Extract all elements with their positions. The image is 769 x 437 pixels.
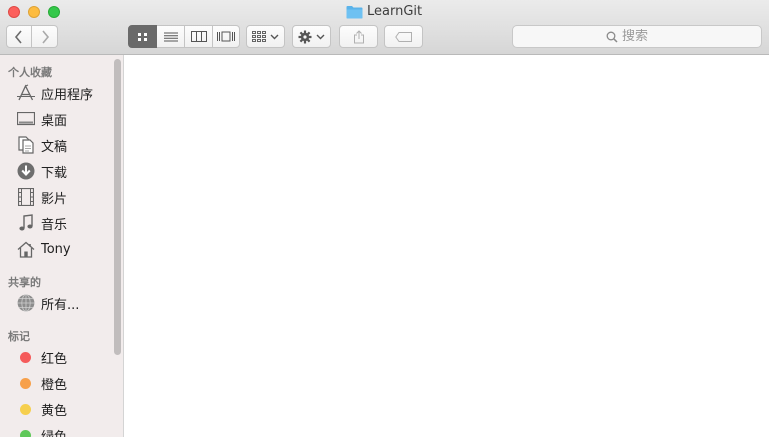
sidebar-item-label: 影片	[41, 191, 68, 207]
desktop-icon	[16, 109, 36, 129]
sidebar-item-label: 下载	[41, 165, 68, 181]
gallery-view-button[interactable]	[213, 25, 240, 48]
sidebar-item-tag-yellow[interactable]: 黄色	[16, 398, 114, 420]
icon-view-button[interactable]	[128, 25, 157, 48]
sidebar-heading-shared: 共享的	[8, 276, 41, 289]
arrange-grid-icon	[252, 31, 266, 42]
gear-icon	[298, 30, 312, 43]
sidebar-item-applications[interactable]: 应用程序	[16, 82, 114, 104]
window-title: LearnGit	[346, 4, 422, 20]
chevron-down-icon	[270, 34, 279, 39]
icon-view-icon	[137, 32, 147, 41]
sidebar-item-desktop[interactable]: 桌面	[16, 108, 114, 130]
sidebar-item-tag-green[interactable]: 绿色	[16, 424, 114, 437]
close-window-button[interactable]	[8, 6, 20, 18]
sidebar-item-label: Tony	[41, 241, 71, 257]
sidebar-item-label: 桌面	[41, 113, 68, 129]
minimize-window-button[interactable]	[28, 6, 40, 18]
tag-icon	[394, 31, 412, 42]
cover-flow-icon	[217, 31, 235, 42]
sidebar-item-label: 红色	[41, 351, 68, 367]
red-tag-icon	[20, 351, 31, 363]
search-field[interactable]	[512, 25, 762, 48]
sidebar: 个人收藏 应用程序 桌面 文稿 下载 影片 音乐 Tony 共享的 所有... …	[0, 55, 124, 437]
toolbar: LearnGit	[0, 0, 769, 55]
sidebar-item-tag-red[interactable]: 红色	[16, 346, 114, 368]
window-title-text: LearnGit	[367, 4, 423, 19]
column-view-icon	[190, 31, 207, 42]
share-button[interactable]	[339, 25, 378, 48]
search-icon	[606, 31, 618, 43]
sidebar-item-label: 橙色	[41, 377, 68, 393]
home-icon	[16, 239, 36, 259]
orange-tag-icon	[20, 377, 31, 389]
network-icon	[16, 293, 36, 313]
downloads-icon	[16, 161, 36, 181]
sidebar-item-label: 绿色	[41, 429, 68, 437]
arrange-button[interactable]	[246, 25, 285, 48]
sidebar-heading-tags: 标记	[8, 330, 30, 343]
action-button[interactable]	[292, 25, 331, 48]
sidebar-item-label: 文稿	[41, 139, 68, 155]
folder-icon	[346, 6, 363, 19]
chevron-down-icon	[316, 34, 325, 39]
sidebar-item-label: 音乐	[41, 217, 68, 233]
yellow-tag-icon	[20, 403, 31, 415]
list-view-icon	[163, 32, 178, 41]
sidebar-item-home[interactable]: Tony	[16, 238, 114, 260]
sidebar-item-all-shared[interactable]: 所有...	[16, 292, 114, 314]
sidebar-item-label: 应用程序	[41, 87, 94, 103]
edit-tags-button[interactable]	[384, 25, 423, 48]
applications-icon	[16, 83, 36, 103]
column-view-button[interactable]	[185, 25, 213, 48]
share-icon	[353, 29, 364, 43]
chevron-left-icon	[14, 29, 22, 44]
search-input[interactable]	[622, 29, 668, 44]
finder-window: LearnGit 搜索 个人收藏 应用程序 桌面 文稿 下载 影片 音乐 Ton…	[0, 0, 769, 437]
movies-icon	[16, 187, 36, 207]
sidebar-item-downloads[interactable]: 下载	[16, 160, 114, 182]
navigation-buttons	[6, 25, 58, 48]
zoom-window-button[interactable]	[48, 6, 60, 18]
music-icon	[16, 213, 36, 233]
sidebar-item-movies[interactable]: 影片	[16, 186, 114, 208]
view-mode-selector	[128, 25, 240, 48]
file-browser-area[interactable]	[124, 55, 769, 437]
green-tag-icon	[20, 429, 31, 437]
back-button[interactable]	[6, 25, 32, 48]
list-view-button[interactable]	[157, 25, 185, 48]
sidebar-item-music[interactable]: 音乐	[16, 212, 114, 234]
sidebar-item-documents[interactable]: 文稿	[16, 134, 114, 156]
sidebar-item-label: 黄色	[41, 403, 68, 419]
sidebar-heading-favorites: 个人收藏	[8, 66, 52, 79]
sidebar-item-tag-orange[interactable]: 橙色	[16, 372, 114, 394]
documents-icon	[16, 135, 36, 155]
chevron-right-icon	[41, 29, 49, 44]
sidebar-item-label: 所有...	[41, 297, 80, 313]
sidebar-scrollbar[interactable]	[114, 59, 121, 355]
forward-button[interactable]	[32, 25, 58, 48]
